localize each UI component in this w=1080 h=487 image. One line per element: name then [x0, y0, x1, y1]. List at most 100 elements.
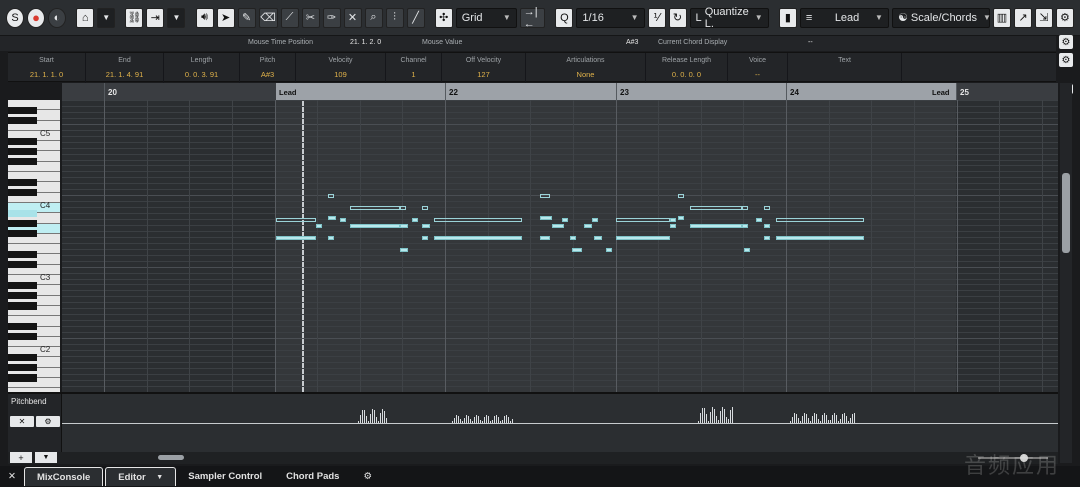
midi-note[interactable] [422, 236, 428, 240]
track-indicator-button[interactable]: ▮ [778, 7, 797, 28]
midi-note[interactable] [690, 206, 742, 210]
midi-note[interactable] [690, 224, 742, 228]
status-settings-button[interactable]: ⚙ [1059, 53, 1073, 67]
pitchbend-point[interactable] [826, 414, 827, 423]
status-length[interactable]: Length 0. 0. 3. 91 [164, 53, 240, 83]
pitchbend-point[interactable] [818, 419, 819, 423]
lane-preset-button[interactable]: ▼ [35, 452, 57, 463]
midi-note[interactable] [572, 248, 582, 252]
pitchbend-point[interactable] [460, 418, 461, 423]
pitchbend-point[interactable] [706, 414, 707, 423]
status-velocity[interactable]: Velocity 109 [296, 53, 386, 83]
line-tool[interactable]: ╱ [406, 7, 425, 28]
pitchbend-point[interactable] [704, 408, 705, 423]
midi-note[interactable] [340, 218, 346, 222]
pitchbend-point[interactable] [362, 409, 363, 423]
piano-black-key[interactable] [8, 353, 37, 362]
pitchbend-point[interactable] [836, 415, 837, 423]
pitchbend-point[interactable] [380, 412, 381, 423]
speaker-button[interactable]: 🔊︎ [195, 7, 214, 28]
midi-note[interactable] [400, 248, 408, 252]
project-cursor[interactable] [302, 100, 304, 392]
midi-note[interactable] [276, 218, 316, 222]
midi-note[interactable] [540, 216, 552, 220]
pitchbend-point[interactable] [852, 413, 853, 423]
pitchbend-point[interactable] [470, 419, 471, 423]
status-start[interactable]: Start 21. 1. 1. 0 [8, 53, 86, 83]
horizontal-scrollbar[interactable]: + ▼ [8, 452, 1058, 464]
midi-note[interactable] [422, 224, 430, 228]
piano-black-key[interactable] [8, 158, 37, 166]
midi-note[interactable] [434, 218, 522, 222]
mute-tool[interactable]: ✕ [343, 7, 362, 28]
pitchbend-point[interactable] [830, 419, 831, 423]
tab-sampler-control[interactable]: Sampler Control [176, 467, 274, 486]
pitchbend-point[interactable] [730, 410, 731, 423]
draw-tool[interactable]: ✎ [237, 7, 256, 28]
pitchbend-point[interactable] [828, 419, 829, 423]
pitchbend-point[interactable] [508, 417, 509, 423]
piano-black-key[interactable] [8, 116, 37, 125]
pitchbend-point[interactable] [494, 416, 495, 423]
midi-note[interactable] [670, 224, 676, 228]
pitchbend-point[interactable] [358, 421, 359, 423]
monitor-button[interactable]: ◐ [48, 7, 66, 28]
pitchbend-point[interactable] [728, 419, 729, 423]
piano-black-key[interactable] [8, 322, 37, 331]
quantize-button[interactable]: Q [555, 7, 574, 28]
pitchbend-point[interactable] [500, 421, 501, 423]
pitchbend-point[interactable] [810, 421, 811, 423]
midi-note[interactable] [328, 236, 334, 240]
piano-black-key[interactable] [8, 261, 37, 269]
pitchbend-point[interactable] [462, 421, 463, 423]
piano-black-key[interactable] [8, 292, 37, 300]
piano-black-key[interactable] [8, 230, 37, 238]
lower-zone-settings-button[interactable]: ⚙ [351, 467, 384, 486]
pitchbend-point[interactable] [376, 416, 377, 423]
pitchbend-lane[interactable] [62, 394, 1058, 452]
pitchbend-point[interactable] [488, 416, 489, 423]
midi-note[interactable] [616, 218, 670, 222]
quantize-apply-button[interactable]: ↻ [668, 7, 687, 28]
pitchbend-point[interactable] [368, 421, 369, 423]
pitchbend-point[interactable] [834, 413, 835, 423]
horizontal-scroll-thumb[interactable] [158, 455, 184, 460]
pitchbend-point[interactable] [468, 415, 469, 423]
pitchbend-point[interactable] [842, 414, 843, 423]
scale-chords-select[interactable]: ☯ Scale/Chords ▼ [891, 7, 991, 28]
pitchbend-point[interactable] [370, 413, 371, 423]
pitchbend-point[interactable] [384, 410, 385, 423]
piano-black-key[interactable] [8, 281, 37, 289]
pitchbend-point[interactable] [806, 413, 807, 423]
vertical-scrollbar[interactable] [1060, 83, 1072, 463]
pitchbend-point[interactable] [798, 417, 799, 423]
erase-tool[interactable]: ⌫ [258, 7, 278, 28]
autoscroll-button[interactable]: ⌂ [76, 7, 95, 28]
midi-note[interactable] [616, 236, 670, 240]
pitchbend-point[interactable] [702, 407, 703, 423]
pitchbend-point[interactable] [708, 421, 709, 423]
zoom-tool[interactable]: ⌕ [364, 7, 383, 28]
midi-note[interactable] [328, 216, 336, 220]
piano-black-key[interactable] [8, 302, 37, 310]
pitchbend-point[interactable] [458, 415, 459, 423]
grid-type-select[interactable]: Grid ▼ [455, 7, 517, 28]
pitchbend-point[interactable] [474, 417, 475, 423]
piano-keyboard[interactable]: C5 C4 C3 C2 [8, 100, 60, 392]
piano-black-key[interactable] [8, 219, 37, 228]
pitchbend-point[interactable] [382, 409, 383, 423]
pitchbend-point[interactable] [792, 416, 793, 423]
vertical-scroll-thumb[interactable] [1062, 173, 1070, 253]
midi-note[interactable] [552, 224, 564, 228]
piano-black-key[interactable] [8, 189, 37, 197]
status-text[interactable]: Text [788, 53, 902, 83]
midi-note[interactable] [400, 224, 408, 228]
midi-note[interactable] [328, 194, 334, 198]
snap-button[interactable]: ⇥ [146, 7, 165, 28]
pitchbend-point[interactable] [366, 415, 367, 423]
status-articulations[interactable]: Articulations None [526, 53, 646, 83]
pitchbend-point[interactable] [720, 411, 721, 423]
pitchbend-point[interactable] [698, 421, 699, 423]
snap-dropdown[interactable]: ▼ [167, 7, 186, 28]
pitchbend-point[interactable] [796, 413, 797, 423]
